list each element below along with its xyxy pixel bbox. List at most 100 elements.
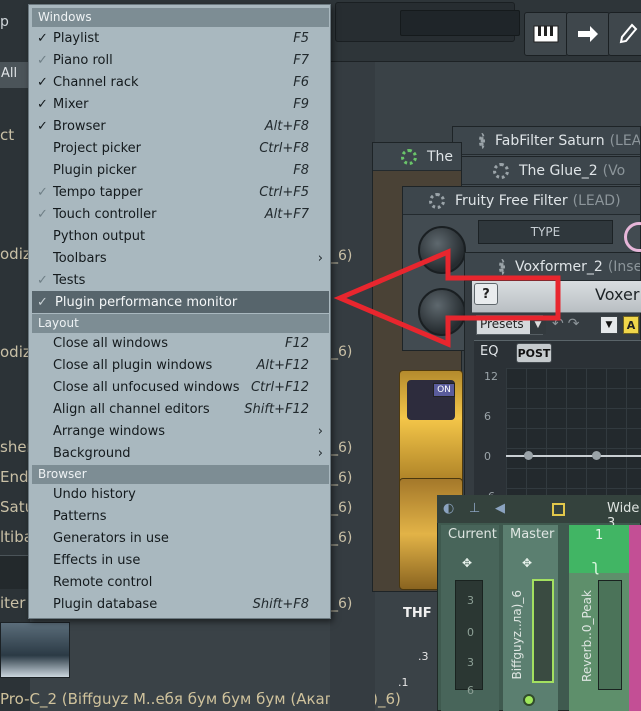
- eq-node[interactable]: [524, 451, 533, 460]
- browser-filter-all[interactable]: All: [0, 62, 30, 88]
- menu-item-tests[interactable]: ✓ Tests: [32, 269, 329, 291]
- browser-item[interactable]: ct: [0, 126, 14, 144]
- playlist-item-suffix: _6): [331, 530, 353, 546]
- menu-item-patterns[interactable]: Patterns: [32, 505, 329, 527]
- playlist-item-suffix: _6): [331, 596, 353, 612]
- a-compare-button[interactable]: A: [623, 316, 639, 334]
- plugin-brand-label: THF: [403, 606, 432, 621]
- eq-tick-label: 6: [484, 410, 491, 423]
- pen-icon[interactable]: [608, 12, 641, 56]
- snail-icon[interactable]: ◐: [443, 501, 463, 517]
- piano-icon[interactable]: [524, 12, 568, 56]
- speaker-icon[interactable]: ◀: [495, 501, 515, 517]
- gear-icon[interactable]: [479, 132, 485, 149]
- menu-item-plugin-performance-monitor[interactable]: ✓ Plugin performance monitor: [32, 291, 329, 313]
- post-button[interactable]: POST: [516, 343, 552, 363]
- plugin-thumbnail: [0, 555, 30, 589]
- eq-label: EQ: [480, 344, 499, 359]
- fl-studio-workspace: p All ct odize odize sher End Satu ltiba…: [0, 0, 641, 711]
- gear-icon[interactable]: [401, 148, 417, 165]
- dial-number: .1: [398, 676, 409, 689]
- level-meter-master: [532, 579, 554, 683]
- resonance-knob[interactable]: [418, 288, 466, 336]
- gear-icon[interactable]: [493, 162, 509, 179]
- menu-item-background[interactable]: Background ›: [32, 442, 329, 464]
- playlist-item-suffix: _6): [331, 248, 353, 264]
- strip-vertical-label: Biffguyz..ла)_6: [510, 590, 524, 680]
- eq-node[interactable]: [592, 451, 601, 460]
- menu-item-piano-roll[interactable]: ✓ Piano roll F7: [32, 49, 329, 71]
- chevron-down-icon[interactable]: ▼: [530, 316, 546, 334]
- menu-item-plugin-picker[interactable]: Plugin picker F8: [32, 159, 329, 181]
- plugin-title: The: [427, 148, 454, 165]
- plugin-thumbnail-eq: [0, 622, 70, 678]
- layout-icon[interactable]: [552, 503, 565, 516]
- meter-tick: 6: [467, 684, 474, 697]
- menu-item-remote-control[interactable]: Remote control: [32, 571, 329, 593]
- menu-item-effects-in-use[interactable]: Effects in use: [32, 549, 329, 571]
- menu-item-project-picker[interactable]: Project picker Ctrl+F8: [32, 137, 329, 159]
- menu-item-tempo-tapper[interactable]: ✓ Tempo tapper Ctrl+F5: [32, 181, 329, 203]
- playlist-item-suffix: _6): [331, 440, 353, 456]
- plugin-target: (Inse: [607, 258, 640, 275]
- menu-item-close-all-unfocused-windows[interactable]: Close all unfocused windows Ctrl+F12: [32, 376, 329, 398]
- menu-item-playlist[interactable]: ✓ Playlist F5: [32, 27, 329, 49]
- strip-label-current: Current: [448, 527, 497, 542]
- menu-section-layout: Layout: [32, 314, 329, 333]
- pin-icon[interactable]: ⊥: [469, 501, 489, 517]
- meter-tick: 3: [467, 656, 474, 669]
- strip-label-master: Master: [510, 527, 555, 542]
- menu-item-touch-controller[interactable]: ✓ Touch controller Alt+F7: [32, 203, 329, 225]
- chevron-right-icon: ›: [317, 423, 323, 439]
- eq-tick-label: 0: [484, 450, 491, 463]
- playlist-item-suffix: _6): [331, 470, 353, 486]
- chevron-right-icon: ›: [317, 250, 323, 266]
- hint-panel-inner: [400, 10, 520, 36]
- menu-item-undo-history[interactable]: Undo history: [32, 483, 329, 505]
- gear-icon[interactable]: [429, 192, 445, 209]
- waveform-icon: ✥: [462, 556, 473, 570]
- on-button[interactable]: ON: [433, 383, 455, 397]
- menu-item-toolbars[interactable]: Toolbars ›: [32, 247, 329, 269]
- menu-item-channel-rack[interactable]: ✓ Channel rack F6: [32, 71, 329, 93]
- view-menu: Windows ✓ Playlist F5 ✓ Piano roll F7 ✓ Chann…: [28, 4, 331, 619]
- menu-item-close-all-plugin-windows[interactable]: Close all plugin windows Alt+F12: [32, 354, 329, 376]
- left-tab-label[interactable]: p: [0, 14, 9, 30]
- menu-item-arrange-windows[interactable]: Arrange windows ›: [32, 420, 329, 442]
- menu-item-browser[interactable]: ✓ Browser Alt+F8: [32, 115, 329, 137]
- plugin-title: Voxformer_2: [515, 258, 603, 275]
- dial-number: .3: [418, 650, 429, 663]
- meter-tick: 0: [467, 626, 474, 639]
- eq-graph[interactable]: [506, 368, 641, 503]
- gear-icon[interactable]: [499, 258, 505, 275]
- menu-item-close-all-windows[interactable]: Close all windows F12: [32, 332, 329, 354]
- menu-item-plugin-database[interactable]: Plugin database Shift+F8: [32, 593, 329, 615]
- menu-item-align-all-channel-editors[interactable]: Align all channel editors Shift+F12: [32, 398, 329, 420]
- arrow-right-icon[interactable]: [566, 12, 610, 56]
- level-meter-1: [598, 580, 622, 690]
- eq-tick-label: 12: [484, 370, 498, 383]
- voxformer-logo: Voxer: [595, 285, 640, 304]
- undo-redo-icon[interactable]: ↶↷: [552, 316, 583, 332]
- menu-item-mixer[interactable]: ✓ Mixer F9: [32, 93, 329, 115]
- menu-item-python-output[interactable]: Python output: [32, 225, 329, 247]
- chevron-right-icon: ›: [317, 445, 323, 461]
- menu-item-generators-in-use[interactable]: Generators in use: [32, 527, 329, 549]
- browser-item[interactable]: iter: [0, 594, 25, 612]
- triangle-down-icon[interactable]: ▼: [600, 316, 618, 334]
- cutoff-knob[interactable]: [418, 226, 466, 274]
- playlist-item-suffix: _6): [331, 344, 353, 360]
- help-button[interactable]: ?: [474, 283, 498, 305]
- waveform-icon: ✥: [522, 556, 533, 570]
- meter-tick: 3: [467, 594, 474, 607]
- browser-item[interactable]: End: [0, 468, 29, 486]
- plugin-title: The Glue_2: [519, 162, 598, 179]
- filter-type-label[interactable]: TYPE: [478, 220, 613, 244]
- menu-section-windows: Windows: [32, 8, 329, 27]
- plugin-target: (LEAD): [572, 192, 621, 209]
- strip-enable-led[interactable]: [523, 694, 535, 706]
- strip-number-1: 1: [595, 528, 604, 543]
- mixer-strip-2[interactable]: [629, 525, 641, 711]
- routing-icon: ʅ: [592, 556, 600, 575]
- plugin-target: (Vo: [602, 162, 626, 179]
